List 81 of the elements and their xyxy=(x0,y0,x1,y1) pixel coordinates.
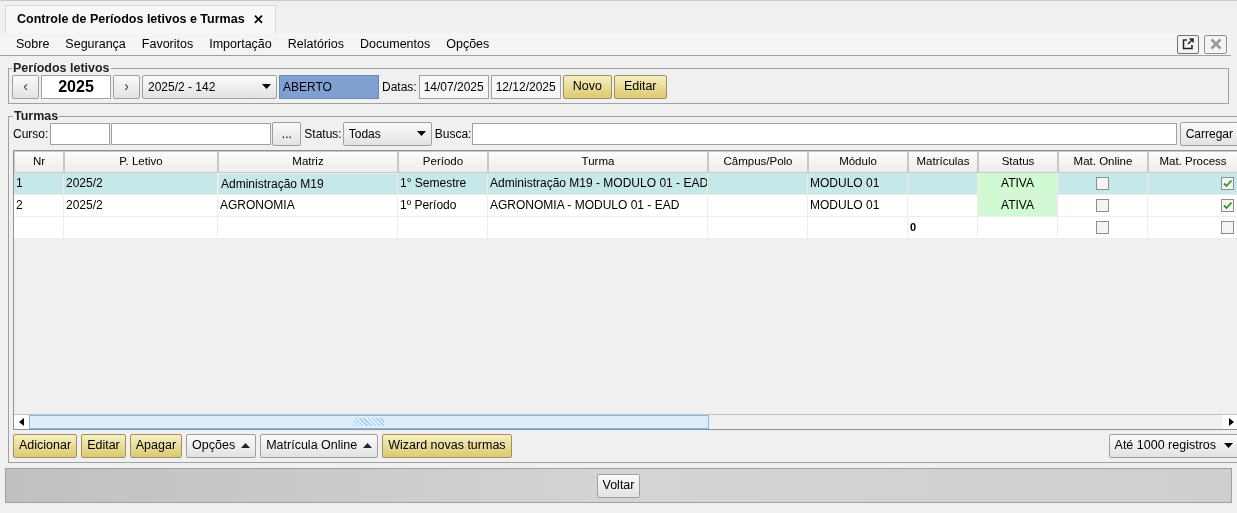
caret-icon xyxy=(262,84,271,90)
column-header[interactable]: Período xyxy=(398,150,488,173)
checkbox[interactable] xyxy=(1221,198,1234,212)
menu-item[interactable]: Opções xyxy=(438,34,498,54)
checkbox[interactable] xyxy=(1096,176,1109,190)
table-cell: Administração M19 xyxy=(218,172,398,195)
horizontal-scrollbar[interactable] xyxy=(14,413,1237,429)
menu-item[interactable]: Documentos xyxy=(352,34,439,54)
search-label: Busca: xyxy=(434,125,472,143)
start-date-field[interactable]: 14/07/2025 xyxy=(418,74,489,99)
table-cell: 2025/2 xyxy=(64,172,218,195)
menu-item[interactable]: Importação xyxy=(201,34,280,54)
column-header[interactable]: Mat. Process xyxy=(1148,150,1237,173)
table-cell: 1° Semestre xyxy=(398,172,488,195)
course-code-field[interactable] xyxy=(50,122,111,145)
menu-item[interactable]: Segurança xyxy=(57,34,134,54)
action-button[interactable]: Adicionar xyxy=(13,433,78,458)
column-header[interactable]: Matriz xyxy=(218,150,398,173)
menu-item[interactable]: Relatórios xyxy=(279,34,353,54)
column-header[interactable]: Câmpus/Polo xyxy=(708,150,808,173)
checkbox[interactable] xyxy=(1096,198,1109,212)
load-button[interactable]: Carregar xyxy=(1179,121,1237,146)
table-cell: AGRONOMIA - MODULO 01 - EAD xyxy=(488,194,708,217)
table-cell: Administração M19 - MODULO 01 - EAD xyxy=(488,172,708,195)
scroll-left-icon[interactable] xyxy=(18,417,25,426)
course-name-field[interactable] xyxy=(111,122,272,145)
scroll-right-icon[interactable] xyxy=(1227,417,1234,426)
column-header[interactable]: Matrículas xyxy=(908,150,978,173)
caret-icon xyxy=(1224,443,1233,449)
menu-button[interactable]: Matrícula Online xyxy=(260,433,379,458)
back-button[interactable]: Voltar xyxy=(596,473,641,498)
external-link-icon[interactable] xyxy=(1177,34,1199,54)
search-field[interactable] xyxy=(472,122,1177,145)
table-cell: 0 xyxy=(908,216,978,239)
table-cell: 2 xyxy=(14,194,64,217)
edit-button[interactable]: Editar xyxy=(613,74,667,99)
table-cell: 1º Período xyxy=(398,194,488,217)
table-cell: AGRONOMIA xyxy=(218,194,398,217)
checkbox[interactable] xyxy=(1096,220,1109,234)
new-button[interactable]: Novo xyxy=(562,74,612,99)
menu-button[interactable]: Opções xyxy=(186,433,257,458)
caret-icon xyxy=(363,443,373,449)
action-button[interactable]: Editar xyxy=(81,433,126,458)
section-title: Períodos letivos xyxy=(12,60,111,77)
column-header[interactable]: P. Letivo xyxy=(64,150,218,173)
close-icon[interactable] xyxy=(1204,34,1227,54)
end-date-field[interactable]: 12/12/2025 xyxy=(490,74,561,99)
dates-label: Datas: xyxy=(382,78,417,96)
next-button[interactable]: › xyxy=(113,74,140,99)
status-label: Status: xyxy=(304,125,342,143)
column-header[interactable]: Módulo xyxy=(808,150,908,173)
limit-dropdown[interactable]: Até 1000 registros xyxy=(1108,433,1237,458)
checkbox[interactable] xyxy=(1221,220,1234,234)
tab[interactable]: Controle de Períodos letivos e Turmas ✕ xyxy=(5,5,276,33)
section-title: Turmas xyxy=(13,108,60,125)
table-cell: MODULO 01 xyxy=(808,172,908,195)
column-header[interactable]: Nr xyxy=(14,150,64,173)
previous-button[interactable]: ‹ xyxy=(12,74,39,99)
table-cell: ATIVA xyxy=(978,194,1058,217)
menu-item[interactable]: Sobre xyxy=(8,34,58,54)
status-field: ABERTO xyxy=(279,74,379,99)
browse-button[interactable]: ... xyxy=(272,121,302,146)
caret-icon xyxy=(416,131,426,137)
checkbox[interactable] xyxy=(1221,176,1234,190)
status-dropdown[interactable]: Todas xyxy=(342,121,432,146)
close-icon[interactable]: ✕ xyxy=(252,9,264,30)
table-cell: ATIVA xyxy=(978,172,1058,195)
table-cell: 2025/2 xyxy=(64,194,218,217)
course-label: Curso: xyxy=(13,125,49,143)
table-cell: MODULO 01 xyxy=(808,194,908,217)
column-header[interactable]: Mat. Online xyxy=(1058,150,1148,173)
tab-title: Controle de Períodos letivos e Turmas xyxy=(17,11,245,29)
year-field[interactable]: 2025 xyxy=(41,74,111,99)
column-header[interactable]: Status xyxy=(978,150,1058,173)
table-cell: 1 xyxy=(14,172,64,195)
caret-icon xyxy=(241,443,251,449)
action-button[interactable]: Apagar xyxy=(129,433,183,458)
action-button[interactable]: Wizard novas turmas xyxy=(382,433,512,458)
column-header[interactable]: Turma xyxy=(488,150,708,173)
period-dropdown[interactable]: 2025/2 - 142 xyxy=(142,74,277,99)
menu-item[interactable]: Favoritos xyxy=(133,34,202,54)
